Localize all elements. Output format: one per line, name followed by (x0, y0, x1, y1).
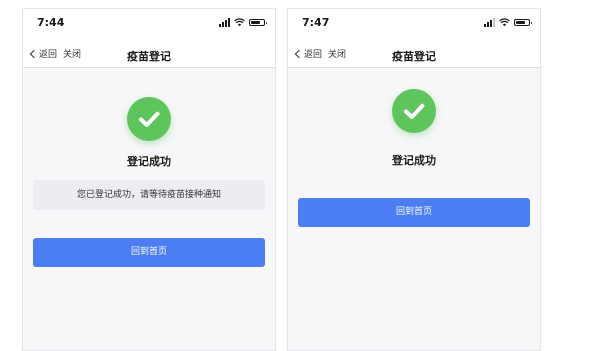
wifi-icon (499, 18, 510, 27)
battery-icon (514, 19, 532, 26)
status-bar: 7:44 (23, 9, 275, 39)
status-icons (484, 18, 532, 27)
status-bar: 7:47 (288, 9, 540, 39)
signal-icon (219, 18, 230, 27)
battery-icon (249, 19, 267, 26)
success-title: 登记成功 (127, 155, 171, 168)
page-title: 疫苗登记 (127, 50, 171, 63)
page-title: 疫苗登记 (392, 50, 436, 63)
phone-screen-left: 7:44 返回 关闭 疫苗登记 登记成功 您已登记成功，请等待疫苗接种通知 回到… (22, 8, 276, 351)
notice-message: 您已登记成功，请等待疫苗接种通知 (33, 180, 265, 210)
signal-icon (484, 18, 495, 27)
home-button[interactable]: 回到首页 (33, 238, 265, 267)
nav-bar: 返回 关闭 疫苗登记 (23, 39, 275, 68)
checkmark-icon (392, 89, 436, 133)
nav-bar: 返回 关闭 疫苗登记 (288, 39, 540, 68)
phone-screen-right: 7:47 返回 关闭 疫苗登记 登记成功 回到首页 (287, 8, 541, 351)
home-button[interactable]: 回到首页 (298, 198, 530, 227)
success-title: 登记成功 (392, 154, 436, 167)
status-icons (219, 18, 267, 27)
wifi-icon (234, 18, 245, 27)
checkmark-icon (127, 97, 171, 141)
status-time: 7:44 (37, 16, 65, 29)
status-time: 7:47 (302, 16, 330, 29)
